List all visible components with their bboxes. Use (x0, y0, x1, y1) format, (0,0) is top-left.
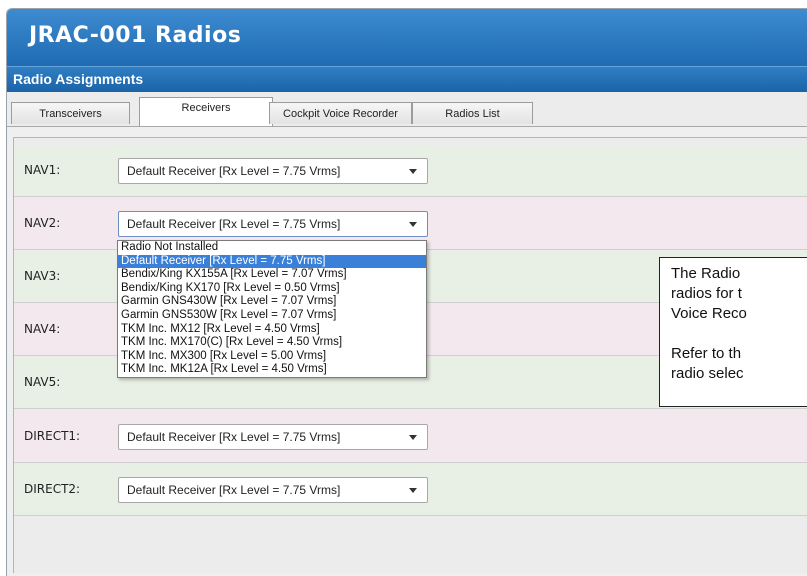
title-bar: JRAC-001 Radios (7, 9, 807, 66)
row-label: DIRECT1: (24, 429, 81, 443)
option-tkm-mx12[interactable]: TKM Inc. MX12 [Rx Level = 4.50 Vrms] (118, 323, 426, 337)
option-garmin-gns430w[interactable]: Garmin GNS430W [Rx Level = 7.07 Vrms] (118, 295, 426, 309)
option-garmin-gns530w[interactable]: Garmin GNS530W [Rx Level = 7.07 Vrms] (118, 309, 426, 323)
row-label: NAV2: (24, 216, 61, 230)
note-line: radio selec (671, 365, 744, 382)
row-nav1: NAV1: Default Receiver [Rx Level = 7.75 … (14, 145, 807, 197)
option-tkm-mx170c[interactable]: TKM Inc. MX170(C) [Rx Level = 4.50 Vrms] (118, 336, 426, 350)
chevron-down-icon[interactable] (409, 488, 417, 493)
tab-receivers[interactable]: Receivers (139, 97, 273, 126)
note-paragraph-1: The Radio radios for t Voice Reco (671, 264, 807, 324)
chevron-down-icon[interactable] (409, 169, 417, 174)
tab-radios-list[interactable]: Radios List (412, 102, 533, 124)
nav1-receiver-select[interactable]: Default Receiver [Rx Level = 7.75 Vrms] (118, 158, 428, 184)
section-title: Radio Assignments (13, 71, 144, 87)
row-label: NAV3: (24, 269, 61, 283)
chevron-down-icon[interactable] (409, 222, 417, 227)
option-tkm-mx300[interactable]: TKM Inc. MX300 [Rx Level = 5.00 Vrms] (118, 350, 426, 364)
note-paragraph-2: Refer to th radio selec (671, 344, 807, 384)
option-bendix-king-kx170[interactable]: Bendix/King KX170 [Rx Level = 0.50 Vrms] (118, 282, 426, 296)
select-value: Default Receiver [Rx Level = 7.75 Vrms] (127, 483, 341, 497)
note-line: The Radio (671, 265, 741, 282)
row-label: DIRECT2: (24, 482, 81, 496)
row-label: NAV5: (24, 375, 61, 389)
row-direct1: DIRECT1: Default Receiver [Rx Level = 7.… (14, 411, 807, 463)
app-title: JRAC-001 Radios (29, 23, 242, 48)
tab-strip: Transceivers Receivers Cockpit Voice Rec… (7, 92, 807, 127)
note-line: Refer to th (671, 345, 742, 362)
option-tkm-mk12a[interactable]: TKM Inc. MK12A [Rx Level = 4.50 Vrms] (118, 363, 426, 377)
note-line: radios for t (671, 285, 742, 302)
nav2-receiver-select[interactable]: Default Receiver [Rx Level = 7.75 Vrms] (118, 211, 428, 237)
callout-note: The Radio radios for t Voice Reco Refer … (659, 257, 807, 407)
direct1-receiver-select[interactable]: Default Receiver [Rx Level = 7.75 Vrms] (118, 424, 428, 450)
tab-cockpit-voice-recorder[interactable]: Cockpit Voice Recorder (269, 102, 412, 124)
select-value: Default Receiver [Rx Level = 7.75 Vrms] (127, 164, 341, 178)
section-header: Radio Assignments (7, 66, 807, 92)
chevron-down-icon[interactable] (409, 435, 417, 440)
row-label: NAV1: (24, 163, 61, 177)
note-line: Voice Reco (671, 305, 747, 322)
select-value: Default Receiver [Rx Level = 7.75 Vrms] (127, 430, 341, 444)
row-label: NAV4: (24, 322, 61, 336)
tab-transceivers[interactable]: Transceivers (11, 102, 130, 124)
option-radio-not-installed[interactable]: Radio Not Installed (118, 241, 426, 255)
select-value: Default Receiver [Rx Level = 7.75 Vrms] (127, 217, 341, 231)
direct2-receiver-select[interactable]: Default Receiver [Rx Level = 7.75 Vrms] (118, 477, 428, 503)
option-default-receiver[interactable]: Default Receiver [Rx Level = 7.75 Vrms] (118, 254, 426, 269)
row-direct2: DIRECT2: Default Receiver [Rx Level = 7.… (14, 464, 807, 516)
receiver-options-dropdown: Radio Not Installed Default Receiver [Rx… (117, 240, 427, 378)
option-bendix-king-kx155a[interactable]: Bendix/King KX155A [Rx Level = 7.07 Vrms… (118, 268, 426, 282)
